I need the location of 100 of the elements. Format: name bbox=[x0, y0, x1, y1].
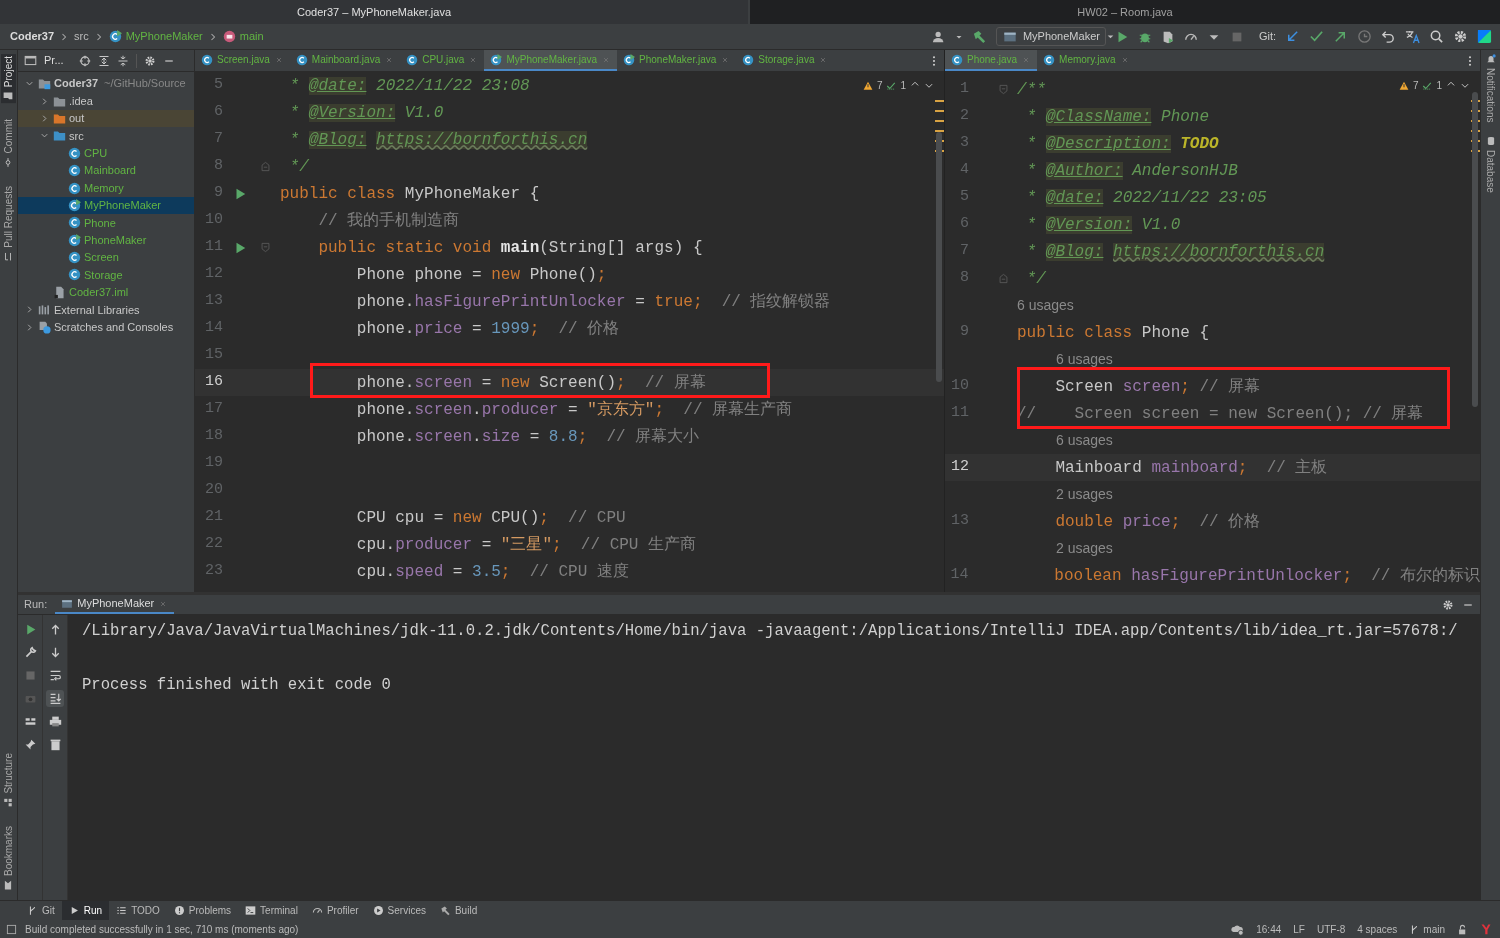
class-icon bbox=[490, 53, 503, 66]
tool-window-button[interactable]: Pull Requests bbox=[1, 183, 16, 264]
settings-icon[interactable] bbox=[143, 54, 156, 67]
usages-hint[interactable]: 2 usages bbox=[1056, 484, 1113, 505]
settings-icon[interactable] bbox=[1453, 29, 1468, 44]
target-icon[interactable] bbox=[78, 54, 91, 67]
tool-window-button[interactable]: Bookmarks bbox=[1, 824, 16, 892]
tool-window-button[interactable]: Project bbox=[1, 54, 16, 104]
hammer-icon[interactable] bbox=[971, 29, 987, 44]
editor-tab[interactable]: PhoneMaker.java bbox=[617, 50, 737, 71]
weak-warning-count[interactable]: 1 bbox=[900, 78, 906, 93]
tree-item[interactable]: out bbox=[18, 109, 194, 128]
tool-window-button[interactable]: Structure bbox=[1, 751, 16, 810]
line-number: 13 bbox=[204, 291, 223, 312]
usages-hint[interactable]: 6 usages bbox=[1056, 349, 1113, 370]
tool-tab[interactable]: Problems bbox=[166, 901, 239, 920]
editor-tab[interactable]: Storage.java bbox=[736, 50, 835, 71]
class-icon bbox=[201, 53, 213, 66]
editor-tab[interactable]: Phone.java bbox=[945, 50, 1038, 71]
cloud-icon[interactable] bbox=[1231, 922, 1245, 936]
editor-tab[interactable]: CPU.java bbox=[400, 50, 485, 71]
tree-item[interactable]: Mainboard bbox=[18, 161, 194, 180]
folder-icon bbox=[53, 129, 66, 143]
lock-icon[interactable] bbox=[1457, 923, 1468, 935]
tree-item[interactable]: Scratches and Consoles bbox=[18, 318, 194, 336]
status-item[interactable]: 16:44 bbox=[1256, 921, 1282, 937]
usages-hint[interactable]: 2 usages bbox=[1056, 538, 1113, 559]
panel-title[interactable]: Pr... bbox=[44, 52, 64, 69]
file-icon bbox=[53, 285, 66, 299]
translate-icon[interactable] bbox=[1405, 29, 1420, 44]
tool-window-button[interactable]: Commit bbox=[1, 117, 16, 170]
tree-item[interactable]: .idea bbox=[18, 92, 194, 110]
tree-item[interactable]: Screen bbox=[18, 248, 194, 267]
arrow-icon[interactable] bbox=[1285, 29, 1300, 44]
class-icon bbox=[951, 53, 963, 66]
undo-icon[interactable] bbox=[1381, 29, 1396, 44]
person-icon[interactable] bbox=[931, 29, 946, 44]
terminal-icon bbox=[245, 905, 257, 916]
code-line: */ bbox=[1025, 268, 1046, 290]
usages-hint[interactable]: 6 usages bbox=[1056, 430, 1113, 451]
editor-tab[interactable]: MyPhoneMaker.java bbox=[484, 50, 618, 71]
tool-tab[interactable]: TODO bbox=[109, 901, 167, 920]
arrow-icon[interactable] bbox=[1333, 29, 1348, 44]
tree-item[interactable]: External Libraries bbox=[18, 301, 194, 319]
line-number: 7 bbox=[213, 129, 223, 150]
tool-tab[interactable]: Terminal bbox=[238, 901, 305, 920]
editor-tab[interactable]: Mainboard.java bbox=[289, 50, 401, 71]
structure-icon bbox=[3, 798, 14, 808]
class-icon bbox=[742, 53, 755, 66]
status-item[interactable]: main bbox=[1409, 921, 1445, 937]
class-icon bbox=[1043, 53, 1056, 66]
tree-item[interactable]: CPU bbox=[18, 144, 194, 162]
library-icon bbox=[38, 303, 51, 317]
code-line: * @Version: V1.0 bbox=[1025, 214, 1181, 236]
status-item[interactable]: LF bbox=[1293, 921, 1305, 937]
scrollbar-thumb[interactable] bbox=[1472, 92, 1478, 407]
tool-tab[interactable]: Run bbox=[61, 901, 110, 920]
status-item[interactable]: UTF-8 bbox=[1316, 921, 1346, 937]
tree-item[interactable]: Coder37.iml bbox=[18, 283, 194, 302]
scrollbar-thumb[interactable] bbox=[936, 132, 942, 382]
weak-warning-count[interactable]: 1 bbox=[1436, 78, 1442, 93]
tool-tab[interactable]: Profiler bbox=[304, 901, 366, 920]
class-icon bbox=[68, 164, 81, 178]
status-item[interactable]: 4 spaces bbox=[1357, 921, 1398, 937]
warning-count[interactable]: 7 bbox=[876, 78, 883, 93]
tree-item[interactable]: Phone bbox=[18, 214, 194, 232]
collapse-all-icon[interactable] bbox=[116, 54, 129, 67]
tree-item[interactable]: Storage bbox=[18, 266, 194, 284]
code-line: */ bbox=[288, 156, 309, 178]
tree-item[interactable]: Memory bbox=[18, 179, 194, 197]
breadcrumb[interactable]: Coder37 bbox=[10, 28, 55, 45]
line-number: 12 bbox=[204, 264, 223, 285]
tool-tab[interactable]: Services bbox=[365, 901, 433, 920]
editor-tab[interactable]: Memory.java bbox=[1037, 50, 1136, 71]
tree-item[interactable]: PhoneMaker bbox=[18, 231, 194, 249]
editor-tab[interactable]: Screen.java bbox=[195, 50, 290, 71]
usages-hint[interactable]: 6 usages bbox=[1017, 295, 1074, 316]
check-icon[interactable] bbox=[1309, 29, 1324, 44]
tool-window-button[interactable]: Database bbox=[1483, 136, 1498, 194]
breadcrumb[interactable]: main bbox=[222, 28, 264, 45]
tree-item[interactable]: src bbox=[18, 127, 194, 145]
tree-item[interactable]: Coder37 ~/GitHub/Source bbox=[18, 75, 194, 93]
line-number: 2 bbox=[959, 106, 969, 127]
breadcrumb[interactable]: src bbox=[74, 28, 89, 45]
tool-window-button[interactable]: Notifications bbox=[1483, 54, 1498, 123]
line-number: 6 bbox=[959, 214, 969, 235]
breadcrumb[interactable]: MyPhoneMaker bbox=[108, 28, 203, 45]
search-icon[interactable] bbox=[1429, 29, 1444, 44]
settings-icon[interactable] bbox=[1442, 598, 1454, 611]
tool-tab[interactable]: Git bbox=[20, 901, 62, 920]
code-line: Phone phone = new Phone(); bbox=[355, 264, 607, 286]
code-line: phone.hasFigurePrintUnlocker = true; // 指纹解锁器 bbox=[355, 291, 831, 313]
tree-item[interactable]: MyPhoneMaker bbox=[18, 196, 194, 215]
console-line: /Library/Java/JavaVirtualMachines/jdk-11.0.2.jdk/Contents/Home/bin/java -javaagent:/Applications/IntelliJ IDEA.app/Contents/lib/idea_rt.jar=57678:/ bbox=[82, 621, 1459, 642]
square-icon[interactable] bbox=[6, 923, 17, 935]
warning-count[interactable]: 7 bbox=[1412, 78, 1419, 93]
tool-tab[interactable]: Build bbox=[432, 901, 485, 920]
code-line: public class Phone { bbox=[1017, 322, 1210, 344]
logo-icon[interactable] bbox=[1477, 29, 1492, 44]
expand-all-icon[interactable] bbox=[97, 54, 110, 67]
